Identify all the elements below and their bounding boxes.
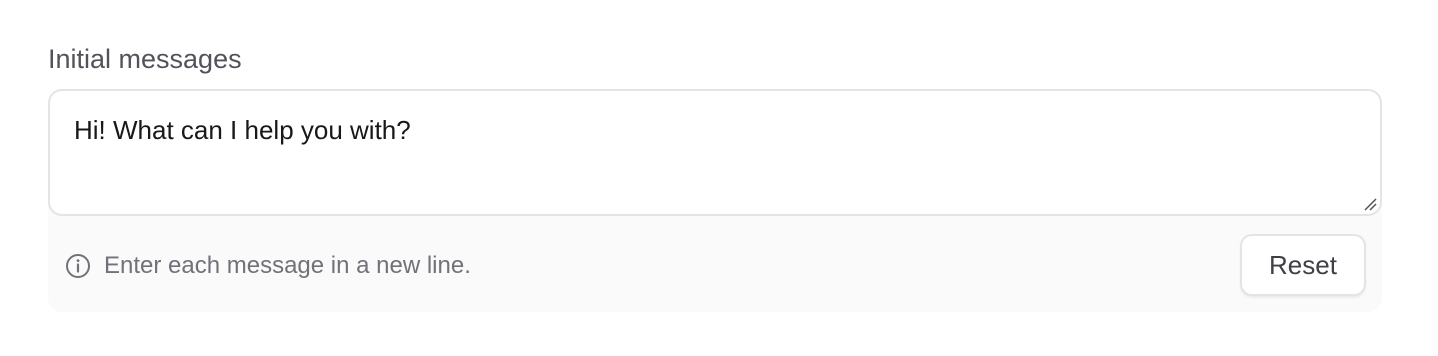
initial-messages-section: Initial messages Hi! What can I help you… [0, 0, 1438, 356]
reset-button[interactable]: Reset [1240, 234, 1366, 296]
hint-text: Enter each message in a new line. [104, 252, 471, 279]
field-hint: Enter each message in a new line. [64, 249, 471, 283]
field-label: Initial messages [48, 44, 242, 74]
messages-textarea-value[interactable]: Hi! What can I help you with? [74, 113, 1356, 147]
resize-handle-icon[interactable] [1363, 197, 1377, 211]
initial-messages-field: Hi! What can I help you with? Enter each… [48, 89, 1382, 312]
messages-textarea[interactable]: Hi! What can I help you with? [48, 89, 1382, 216]
info-circle-icon [66, 254, 90, 278]
